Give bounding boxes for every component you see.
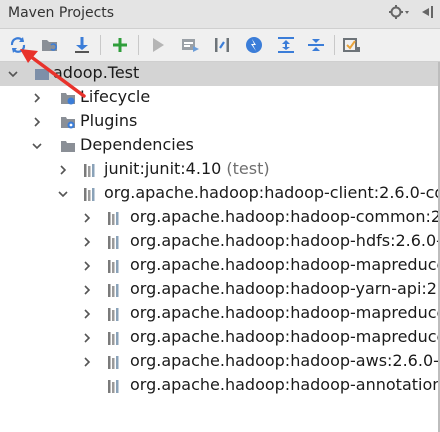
maven-project-icon [34, 66, 50, 82]
dependency-label: org.apache.hadoop:hadoop-annotations:2 [130, 375, 438, 394]
plugins-label: Plugins [80, 111, 138, 130]
tool-window-title: Maven Projects [8, 5, 115, 21]
tree-row-dependency[interactable]: org.apache.hadoop:hadoop-mapreduce-c [0, 326, 438, 350]
generate-sources-icon[interactable] [38, 33, 62, 57]
dependency-label: org.apache.hadoop:hadoop-mapreduce-c [130, 327, 438, 346]
library-icon [106, 282, 122, 298]
library-icon [106, 378, 122, 394]
tree-row-plugins[interactable]: Plugins [0, 110, 438, 134]
tree-row-dependency[interactable]: org.apache.hadoop:hadoop-mapreduce-c [0, 302, 438, 326]
settings-icon[interactable] [340, 33, 364, 57]
toolbar-separator [334, 35, 335, 55]
tree-row-dependency[interactable]: org.apache.hadoop:hadoop-common:2.6.0 [0, 206, 438, 230]
dependency-label: org.apache.hadoop:hadoop-mapreduce-c [130, 303, 438, 322]
tree-row-hadoop-client[interactable]: org.apache.hadoop:hadoop-client:2.6.0-cd… [0, 182, 438, 206]
chevron-right-icon[interactable] [56, 163, 70, 177]
tree-row-junit[interactable]: junit:junit:4.10 (test) [0, 158, 438, 182]
library-icon [106, 258, 122, 274]
chevron-right-icon[interactable] [80, 235, 94, 249]
library-icon [106, 234, 122, 250]
library-icon [82, 186, 98, 202]
tree-row-project[interactable]: adoop.Test [0, 62, 438, 86]
run-config-icon[interactable] [178, 33, 202, 57]
lifecycle-label: Lifecycle [80, 87, 151, 106]
chevron-right-icon[interactable] [80, 259, 94, 273]
dependency-label: org.apache.hadoop:hadoop-yarn-api:2.6.0 [130, 279, 438, 298]
junit-label-group: junit:junit:4.10 (test) [104, 159, 270, 178]
tree-row-dependency[interactable]: org.apache.hadoop:hadoop-mapreduce-c [0, 254, 438, 278]
reimport-icon[interactable] [6, 33, 30, 57]
maven-projects-tree: adoop.Test Lifecycle Plugins Dependencie… [0, 62, 438, 432]
tool-window-header: Maven Projects [0, 0, 440, 29]
chevron-down-icon[interactable] [56, 187, 70, 201]
chevron-right-icon[interactable] [30, 91, 44, 105]
toolbar-separator [138, 35, 139, 55]
chevron-right-icon[interactable] [80, 331, 94, 345]
maven-toolbar [0, 29, 440, 62]
hide-panel-icon[interactable] [420, 4, 434, 24]
tree-row-lifecycle[interactable]: Lifecycle [0, 86, 438, 110]
junit-label: junit:junit:4.10 [104, 159, 222, 178]
chevron-right-icon[interactable] [30, 115, 44, 129]
toolbar-separator [100, 35, 101, 55]
collapse-all-icon[interactable] [304, 33, 328, 57]
dependency-label: org.apache.hadoop:hadoop-common:2.6.0 [130, 207, 438, 226]
tree-row-dependency[interactable]: org.apache.hadoop:hadoop-yarn-api:2.6.0 [0, 278, 438, 302]
library-icon [106, 354, 122, 370]
dependency-label: org.apache.hadoop:hadoop-mapreduce-c [130, 255, 438, 274]
chevron-right-icon[interactable] [80, 283, 94, 297]
add-icon[interactable] [108, 33, 132, 57]
gear-icon[interactable] [388, 4, 410, 24]
tree-row-dependencies[interactable]: Dependencies [0, 134, 438, 158]
library-icon [106, 306, 122, 322]
library-icon [82, 162, 98, 178]
tree-row-dependency[interactable]: org.apache.hadoop:hadoop-annotations:2 [0, 374, 438, 398]
dependency-label: org.apache.hadoop:hadoop-hdfs:2.6.0-cdh [130, 231, 438, 250]
show-deps-icon[interactable] [274, 33, 298, 57]
chevron-right-icon[interactable] [80, 211, 94, 225]
library-icon [106, 210, 122, 226]
chevron-right-icon[interactable] [80, 307, 94, 321]
chevron-down-icon[interactable] [30, 139, 44, 153]
tree-row-dependency[interactable]: org.apache.hadoop:hadoop-aws:2.6.0-cdh [0, 350, 438, 374]
run-icon[interactable] [146, 33, 170, 57]
toggle-offline-icon[interactable] [210, 33, 234, 57]
hadoop-client-label: org.apache.hadoop:hadoop-client:2.6.0-cd… [104, 183, 438, 202]
skip-tests-icon[interactable] [242, 33, 266, 57]
dependency-label: org.apache.hadoop:hadoop-aws:2.6.0-cdh [130, 351, 438, 370]
lifecycle-icon [60, 90, 76, 106]
chevron-right-icon[interactable] [80, 355, 94, 369]
library-icon [106, 330, 122, 346]
project-label: adoop.Test [53, 63, 140, 82]
chevron-down-icon[interactable] [6, 67, 20, 81]
dependencies-label: Dependencies [80, 135, 194, 154]
plugins-icon [60, 114, 76, 130]
tree-row-dependency[interactable]: org.apache.hadoop:hadoop-hdfs:2.6.0-cdh [0, 230, 438, 254]
dependencies-icon [60, 138, 76, 154]
junit-scope: (test) [226, 159, 270, 178]
download-icon[interactable] [70, 33, 94, 57]
